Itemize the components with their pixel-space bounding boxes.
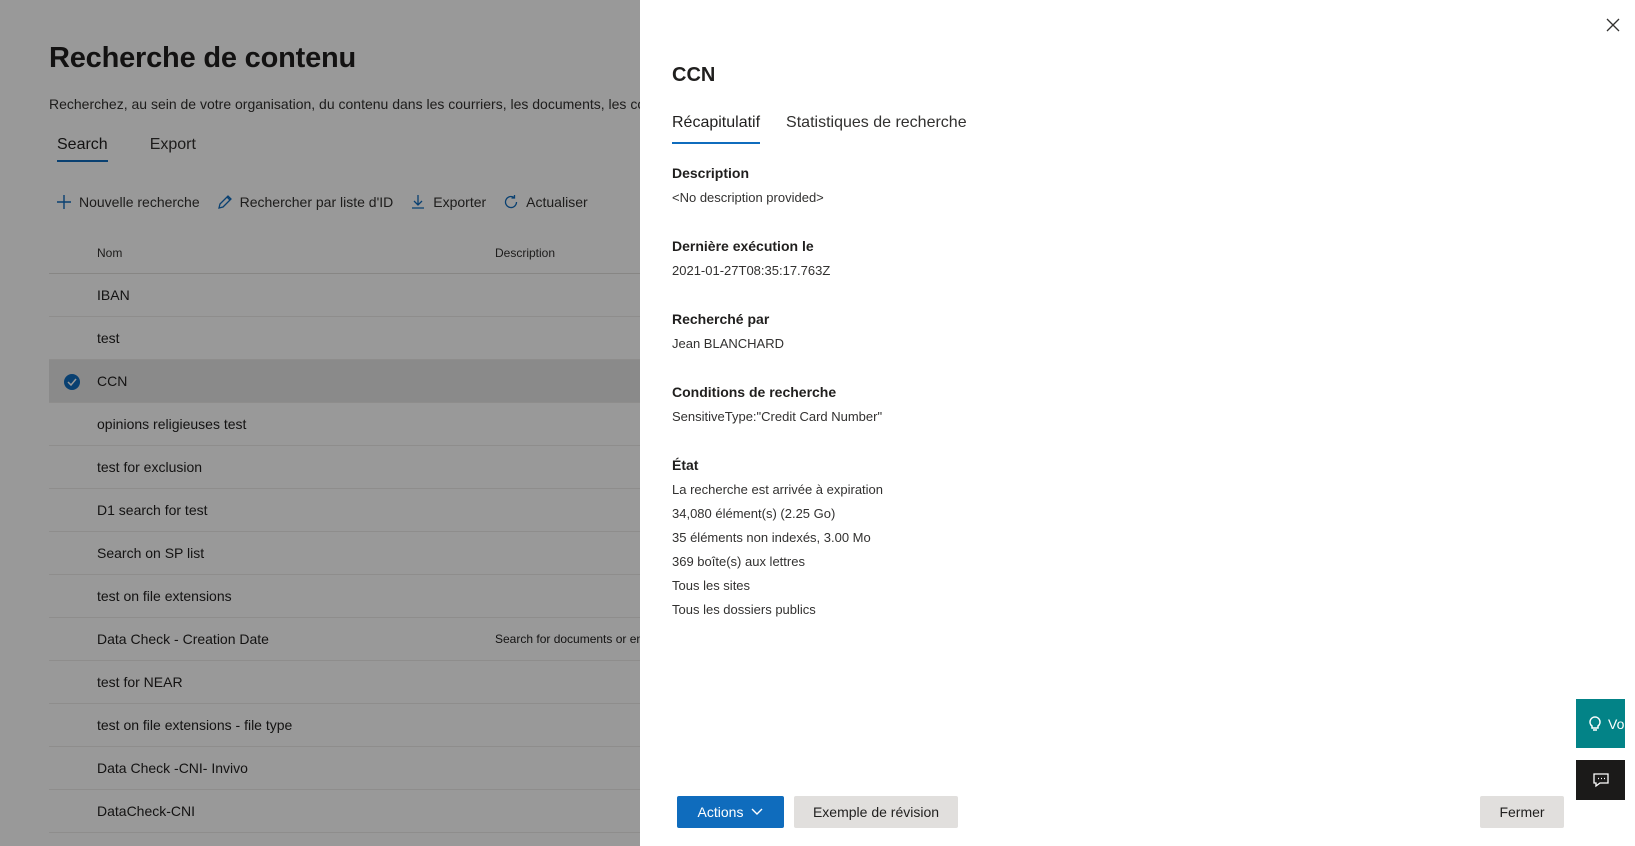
conditions-field: Conditions de recherche SensitiveType:"C… [672, 382, 1272, 429]
lightbulb-icon [1589, 715, 1601, 731]
searched-by-label: Recherché par [672, 311, 770, 327]
review-sample-button[interactable]: Exemple de révision [794, 796, 958, 828]
search-details-panel: CCN Récapitulatif Statistiques de recher… [640, 0, 1635, 846]
status-field: État La recherche est arrivée à expirati… [672, 455, 1272, 622]
conditions-label: Conditions de recherche [672, 384, 837, 400]
conditions-value: SensitiveType:"Credit Card Number" [672, 409, 883, 424]
status-line: 369 boîte(s) aux lettres [672, 554, 805, 569]
panel-title: CCN [672, 64, 716, 86]
description-label: Description [672, 165, 750, 181]
last-run-label: Dernière exécution le [672, 238, 814, 254]
status-line: Tous les sites [672, 578, 751, 593]
tab-search-statistics[interactable]: Statistiques de recherche [786, 114, 967, 144]
status-line: 35 éléments non indexés, 3.00 Mo [672, 530, 871, 545]
details-section: Description <No description provided> De… [672, 163, 1272, 648]
feedback-side-button[interactable]: Vo [1576, 699, 1625, 748]
searched-by-field: Recherché par Jean BLANCHARD [672, 309, 1272, 356]
status-line: La recherche est arrivée à expiration [672, 482, 884, 497]
last-run-value: 2021-01-27T08:35:17.763Z [672, 263, 831, 278]
status-line: 34,080 élément(s) (2.25 Go) [672, 506, 836, 521]
tab-summary[interactable]: Récapitulatif [672, 114, 761, 144]
status-label: État [672, 457, 699, 473]
close-icon [1606, 18, 1620, 32]
chevron-down-icon [751, 808, 763, 815]
chat-icon [1592, 773, 1609, 788]
searched-by-value: Jean BLANCHARD [672, 336, 784, 351]
actions-label: Actions [697, 804, 744, 820]
chat-side-button[interactable] [1576, 760, 1625, 800]
description-value: <No description provided> [672, 190, 824, 205]
close-button[interactable]: Fermer [1480, 796, 1564, 828]
feedback-side-label: Vo [1608, 715, 1625, 732]
status-line: Tous les dossiers publics [672, 602, 816, 617]
description-field: Description <No description provided> [672, 163, 1272, 210]
close-panel-button[interactable] [1602, 14, 1624, 36]
actions-button[interactable]: Actions [677, 796, 784, 828]
panel-tabs: Récapitulatif Statistiques de recherche [672, 114, 967, 144]
last-run-field: Dernière exécution le 2021-01-27T08:35:1… [672, 236, 1272, 283]
